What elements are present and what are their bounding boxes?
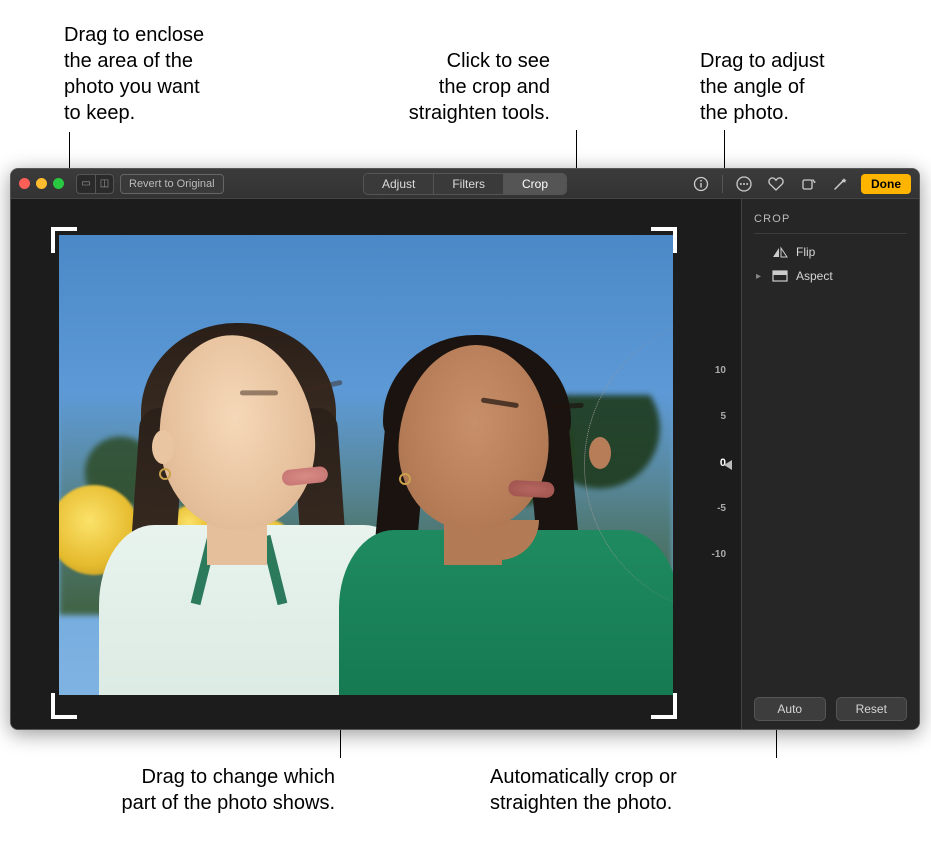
- callout-pan: Drag to change whichpart of the photo sh…: [55, 764, 335, 816]
- compare-view-icon[interactable]: ◫: [95, 175, 113, 193]
- zoom-window-button[interactable]: [53, 178, 64, 189]
- dial-tick: -5: [696, 503, 726, 514]
- edit-mode-tabs: Adjust Filters Crop: [363, 173, 567, 195]
- aspect-ratio-icon: [772, 270, 788, 282]
- auto-enhance-wand-icon[interactable]: [829, 173, 851, 195]
- photo[interactable]: [59, 235, 673, 695]
- tab-adjust[interactable]: Adjust: [364, 174, 433, 194]
- crop-handle-top-left[interactable]: [51, 227, 77, 253]
- info-icon[interactable]: [690, 173, 712, 195]
- sidebar-item-flip[interactable]: Flip: [754, 240, 907, 264]
- done-button[interactable]: Done: [861, 174, 911, 194]
- straighten-angle-dial[interactable]: 10 5 0 -5 -10: [669, 355, 729, 575]
- sidebar-footer: Auto Reset: [754, 689, 907, 721]
- disclosure-triangle-icon: ▸: [756, 271, 764, 282]
- sidebar-title: CROP: [754, 209, 907, 234]
- auto-crop-button[interactable]: Auto: [754, 697, 826, 721]
- crop-sidebar: CROP Flip ▸ Aspect Auto Reset: [741, 199, 919, 730]
- toolbar-divider: [722, 175, 723, 193]
- reset-crop-button[interactable]: Reset: [836, 697, 908, 721]
- editor-content: 10 5 0 -5 -10 CROP Flip ▸: [11, 199, 919, 730]
- callout-crop-tab: Click to seethe crop andstraighten tools…: [370, 48, 550, 126]
- favorite-heart-icon[interactable]: [765, 173, 787, 195]
- photos-edit-window: ▭ ◫ Revert to Original Adjust Filters Cr…: [10, 168, 920, 730]
- callout-crop-box: Drag to enclosethe area of thephoto you …: [64, 22, 254, 126]
- dial-tick-center: 0: [696, 457, 726, 469]
- sidebar-item-label: Aspect: [796, 269, 833, 283]
- minimize-window-button[interactable]: [36, 178, 47, 189]
- rotate-icon[interactable]: [797, 173, 819, 195]
- crop-handle-top-right[interactable]: [651, 227, 677, 253]
- tab-filters[interactable]: Filters: [433, 174, 503, 194]
- crop-handle-bottom-right[interactable]: [651, 693, 677, 719]
- dial-tick: -10: [696, 549, 726, 560]
- dial-tick: 5: [696, 411, 726, 422]
- close-window-button[interactable]: [19, 178, 30, 189]
- window-toolbar: ▭ ◫ Revert to Original Adjust Filters Cr…: [11, 169, 919, 199]
- toolbar-right: Done: [690, 173, 911, 195]
- more-options-icon[interactable]: [733, 173, 755, 195]
- crop-handle-bottom-left[interactable]: [51, 693, 77, 719]
- dial-tick: 10: [696, 365, 726, 376]
- sidebar-item-label: Flip: [796, 245, 815, 259]
- flip-icon: [772, 246, 788, 258]
- dial-pointer-icon: [724, 460, 732, 470]
- sidebar-item-aspect[interactable]: ▸ Aspect: [754, 264, 907, 288]
- single-photo-view-icon[interactable]: ▭: [77, 175, 95, 193]
- tab-crop[interactable]: Crop: [503, 174, 566, 194]
- callout-angle: Drag to adjustthe angle ofthe photo.: [700, 48, 880, 126]
- photo-canvas-area: 10 5 0 -5 -10: [11, 199, 741, 730]
- revert-to-original-button[interactable]: Revert to Original: [120, 174, 224, 194]
- callout-auto: Automatically crop orstraighten the phot…: [490, 764, 750, 816]
- window-controls: [19, 178, 64, 189]
- view-mode-toggle[interactable]: ▭ ◫: [76, 174, 114, 194]
